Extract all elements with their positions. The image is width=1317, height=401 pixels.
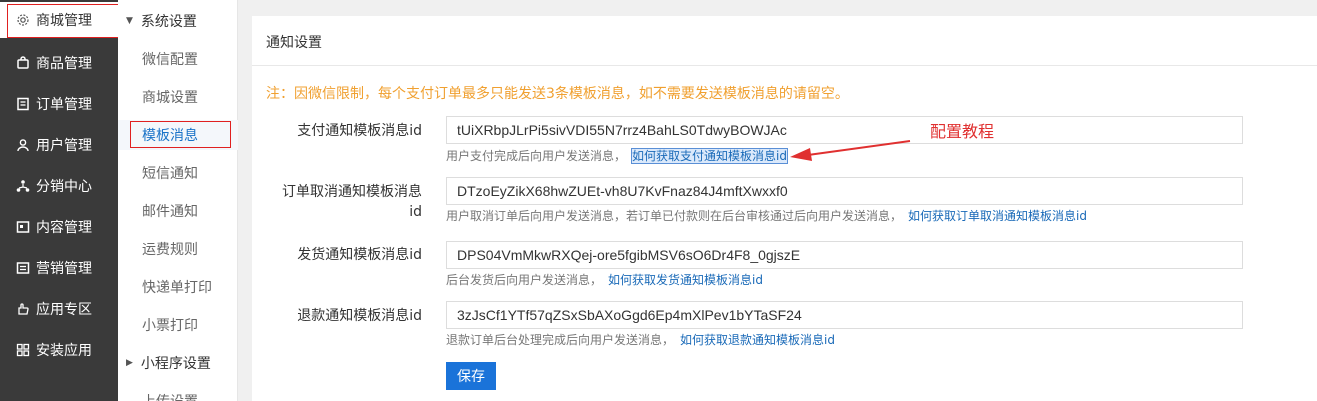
submenu-item-email[interactable]: 邮件通知: [118, 196, 238, 226]
submenu-item-upload[interactable]: 上传设置: [118, 386, 238, 401]
sidebar-item-apps[interactable]: 应用专区: [0, 288, 118, 329]
submenu-group-label: 小程序设置: [140, 356, 211, 372]
pay-template-howto-link[interactable]: 如何获取支付通知模板消息id: [631, 148, 788, 164]
save-button[interactable]: 保存: [446, 362, 496, 390]
cancel-template-howto-link[interactable]: 如何获取订单取消通知模板消息id: [908, 209, 1087, 223]
settings-panel: 通知设置 注：因微信限制，每个支付订单最多只能发送3条模板消息，如不需要发送模板…: [252, 16, 1317, 401]
sidebar-item-content[interactable]: 内容管理: [0, 206, 118, 247]
network-icon: [16, 179, 30, 193]
sidebar-item-label: 应用专区: [36, 301, 92, 318]
cancel-template-label: 订单取消通知模板消息 id: [252, 182, 422, 222]
caret-right-icon: ▶: [126, 358, 133, 368]
sidebar-item-distribution[interactable]: 分销中心: [0, 165, 118, 206]
submenu-group-miniprogram[interactable]: ▶ 小程序设置: [126, 351, 211, 375]
pay-template-label: 支付通知模板消息id: [297, 123, 422, 139]
sidebar-item-label: 营销管理: [36, 260, 92, 277]
pay-template-help: 用户支付完成后向用户发送消息， 如何获取支付通知模板消息id: [446, 147, 788, 164]
label-line: id: [409, 204, 422, 220]
submenu-item-express-print[interactable]: 快递单打印: [118, 272, 238, 302]
submenu-item-mall-settings[interactable]: 商城设置: [118, 82, 238, 112]
sidebar-item-label: 订单管理: [36, 96, 92, 113]
submenu-item-freight[interactable]: 运费规则: [118, 234, 238, 264]
content-icon: [16, 220, 30, 234]
submenu-item-template-msg[interactable]: 模板消息: [118, 120, 238, 150]
refund-template-input[interactable]: [446, 301, 1243, 329]
help-text: 用户取消订单后向用户发送消息，若订单已付款则在后台审核通过后向用户发送消息，: [446, 209, 903, 223]
pay-template-input[interactable]: [446, 116, 1243, 144]
help-text: 后台发货后向用户发送消息，: [446, 273, 603, 287]
sidebar-item-orders[interactable]: 订单管理: [0, 83, 118, 124]
submenu-item-wechat[interactable]: 微信配置: [118, 44, 238, 74]
ship-template-input[interactable]: [446, 241, 1243, 269]
caret-down-icon: ▼: [126, 16, 133, 26]
help-text: 用户支付完成后向用户发送消息，: [446, 149, 627, 163]
main-content: 通知设置 注：因微信限制，每个支付订单最多只能发送3条模板消息，如不需要发送模板…: [238, 0, 1317, 401]
hand-icon: [16, 302, 30, 316]
submenu-item-sms[interactable]: 短信通知: [118, 158, 238, 188]
refund-template-label: 退款通知模板消息id: [297, 308, 422, 324]
refund-template-help: 退款订单后台处理完成后向用户发送消息， 如何获取退款通知模板消息id: [446, 331, 835, 348]
submenu-group-label: 系统设置: [140, 14, 197, 30]
annotation-label: 配置教程: [930, 122, 995, 141]
order-icon: [16, 97, 30, 111]
grid-icon: [16, 343, 30, 357]
bag-icon: [16, 55, 30, 70]
submenu-group-system[interactable]: ▼ 系统设置: [126, 9, 197, 33]
cancel-template-input[interactable]: [446, 177, 1243, 205]
sidebar-item-mall[interactable]: 商城管理: [0, 2, 125, 38]
notice-text: 注：因微信限制，每个支付订单最多只能发送3条模板消息，如不需要发送模板消息的请留…: [266, 86, 849, 102]
sidebar-item-label: 安装应用: [36, 342, 92, 359]
sidebar-item-label: 用户管理: [36, 137, 92, 154]
ship-template-howto-link[interactable]: 如何获取发货通知模板消息id: [608, 273, 763, 287]
refund-template-howto-link[interactable]: 如何获取退款通知模板消息id: [680, 333, 835, 347]
panel-title: 通知设置: [266, 35, 322, 51]
app-window: 商城管理 商品管理 订单管理 用户管理 分销中心 内容管理 营销管理 应用专区 …: [0, 0, 1317, 401]
sidebar-item-label: 商品管理: [36, 55, 92, 72]
divider: [252, 65, 1317, 66]
sidebar-item-users[interactable]: 用户管理: [0, 124, 118, 165]
label-line: 订单取消通知模板消息: [282, 184, 422, 200]
main-sidebar: 商城管理 商品管理 订单管理 用户管理 分销中心 内容管理 营销管理 应用专区 …: [0, 0, 125, 401]
gear-icon: [16, 13, 30, 27]
sidebar-item-label: 内容管理: [36, 219, 92, 236]
submenu-item-label: 模板消息: [142, 128, 198, 144]
help-text: 退款订单后台处理完成后向用户发送消息，: [446, 333, 675, 347]
sub-menu: ▼ 系统设置 微信配置 商城设置 模板消息 短信通知 邮件通知 运费规则 快递单…: [118, 0, 238, 401]
sidebar-item-label: 商城管理: [36, 13, 92, 29]
sidebar-item-label: 分销中心: [36, 178, 92, 195]
sidebar-item-install[interactable]: 安装应用: [0, 329, 118, 370]
sidebar-item-goods[interactable]: 商品管理: [0, 42, 118, 83]
cancel-template-help: 用户取消订单后向用户发送消息，若订单已付款则在后台审核通过后向用户发送消息， 如何…: [446, 207, 1087, 224]
user-icon: [16, 138, 30, 152]
submenu-item-receipt-print[interactable]: 小票打印: [118, 310, 238, 340]
ship-template-help: 后台发货后向用户发送消息， 如何获取发货通知模板消息id: [446, 271, 763, 288]
marketing-icon: [16, 261, 30, 275]
sidebar-item-marketing[interactable]: 营销管理: [0, 247, 118, 288]
ship-template-label: 发货通知模板消息id: [297, 247, 422, 263]
